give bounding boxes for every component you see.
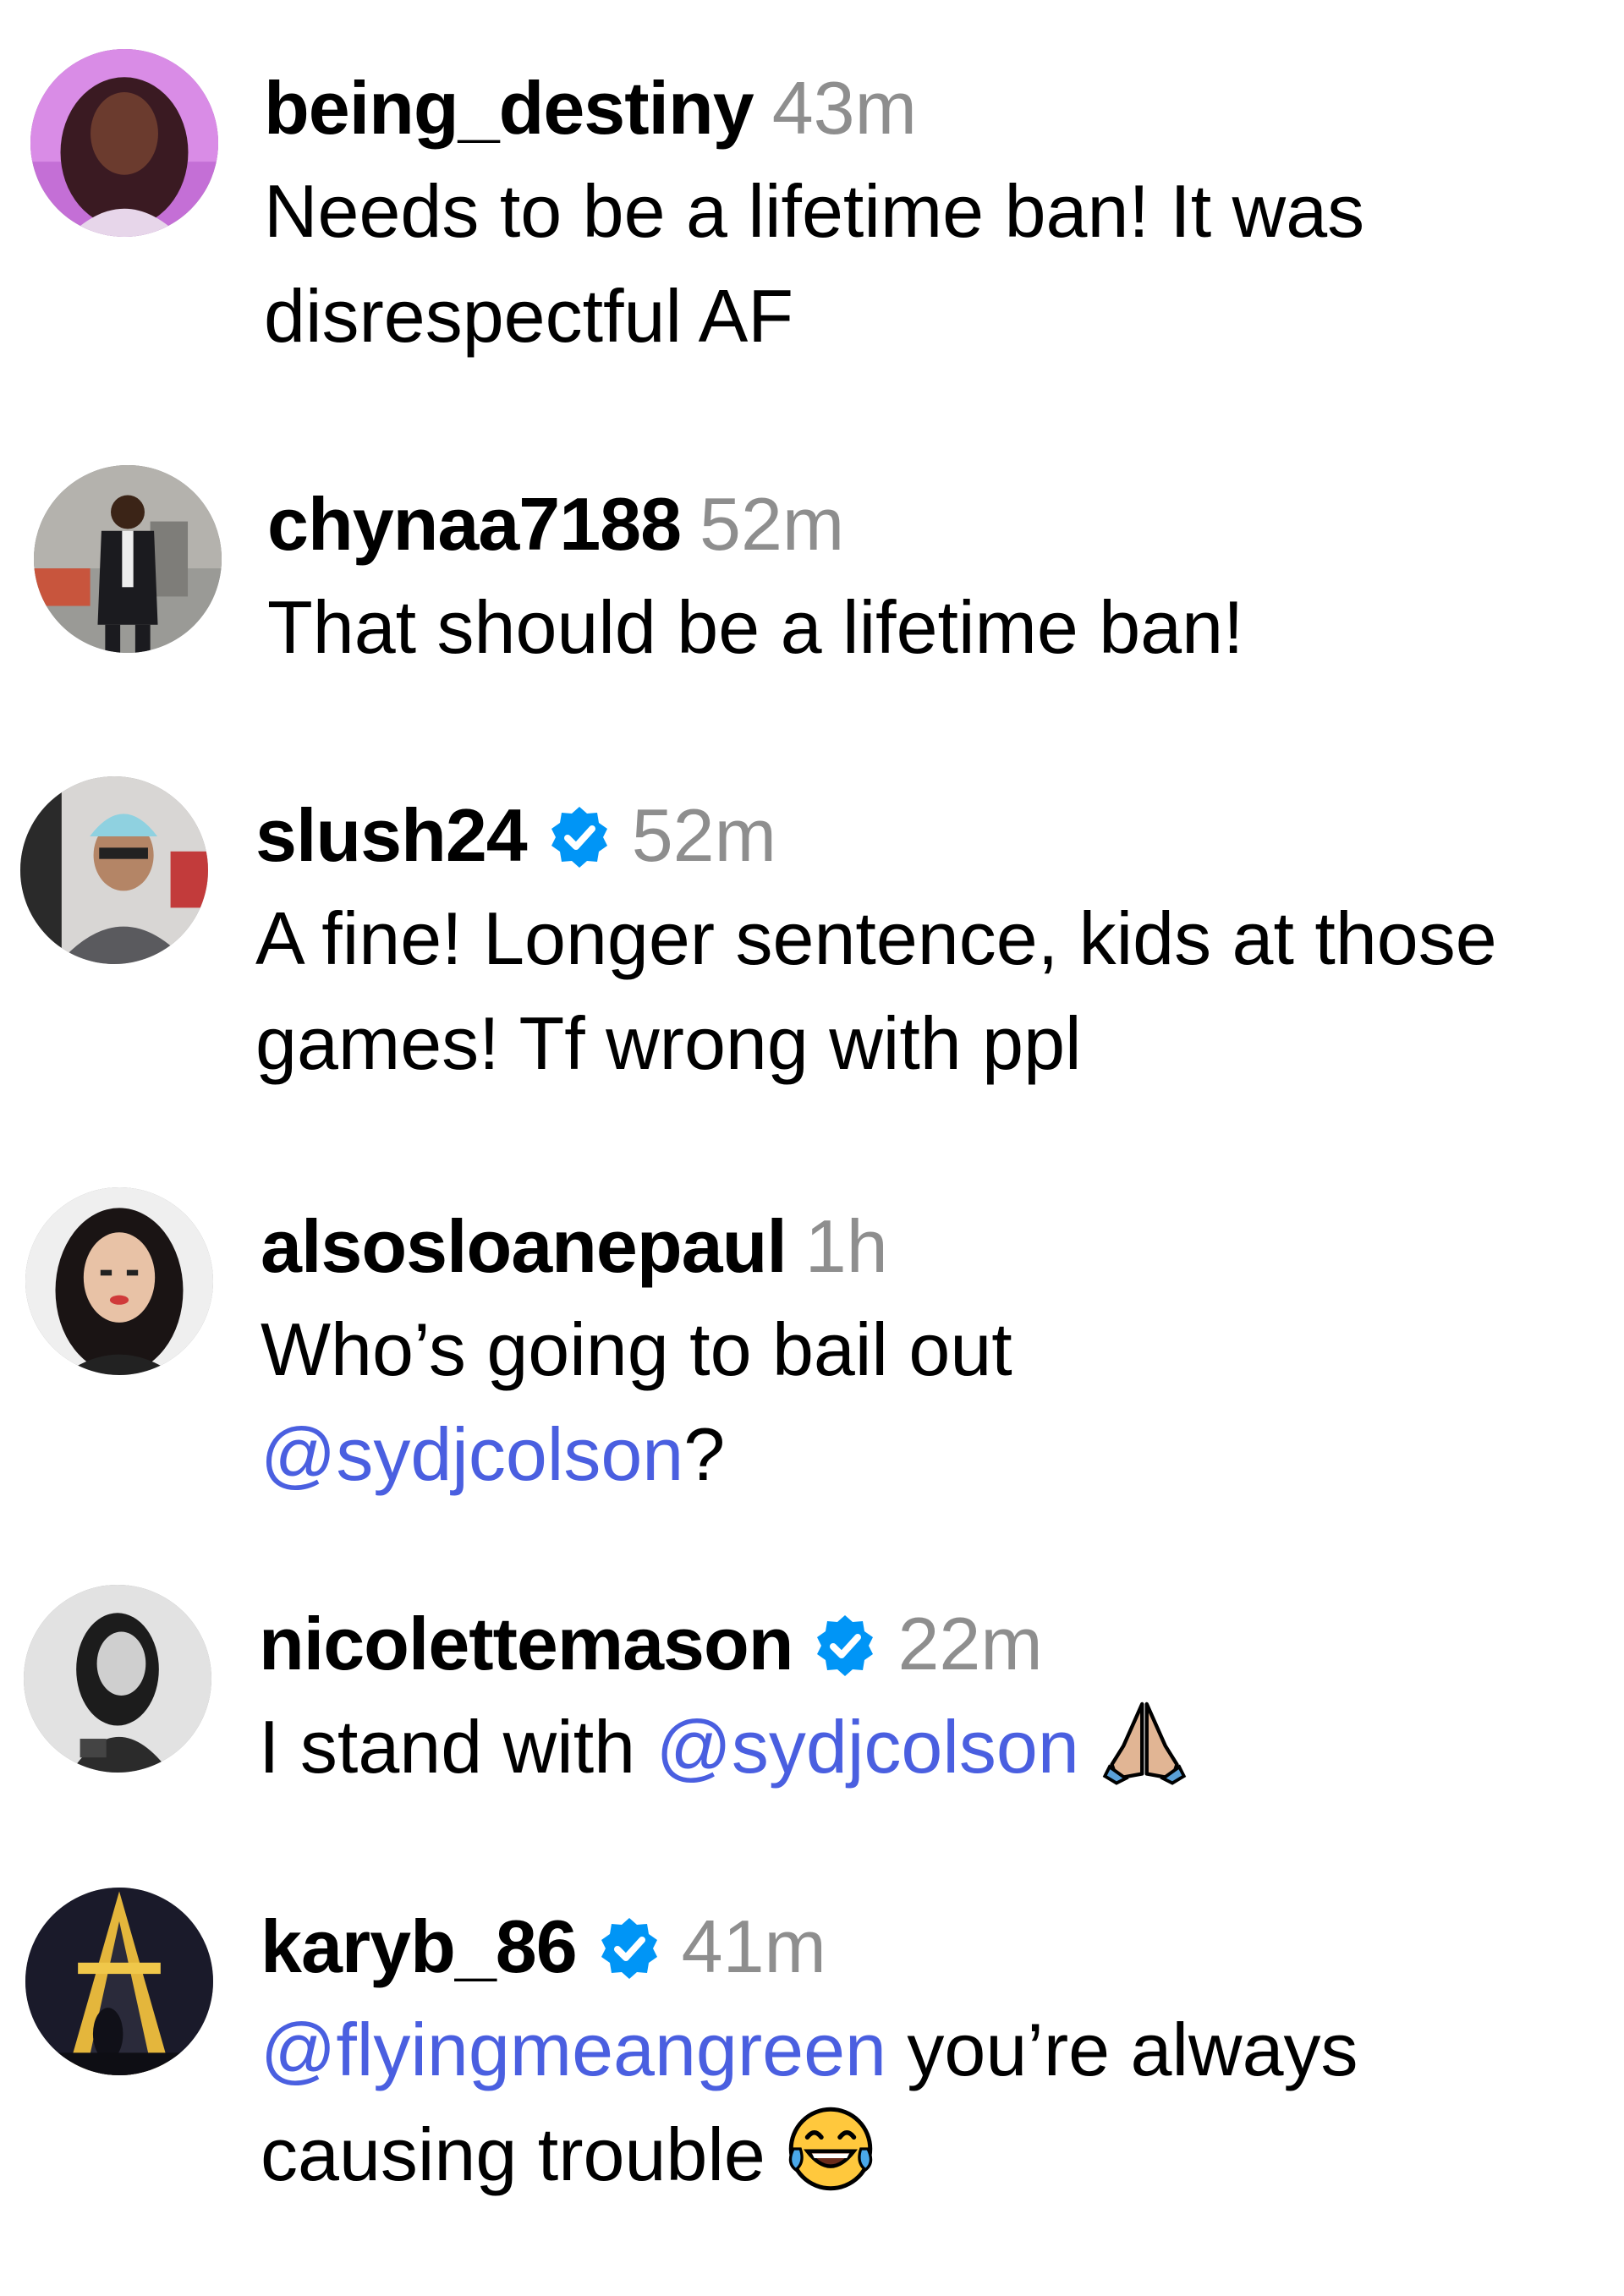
- comment-timestamp: 1h: [804, 1204, 888, 1288]
- comment-text: Who’s going to bail out @sydjcolson?: [261, 1307, 1012, 1496]
- verified-badge-icon: [601, 1918, 657, 1979]
- avatar-photo-man-beanie: [20, 776, 208, 964]
- comment-text: A fine! Longer sentence, kids at those g…: [255, 896, 1497, 1085]
- mention-link[interactable]: @sydjcolson: [656, 1705, 1079, 1789]
- comment-text: That should be a lifetime ban!: [267, 585, 1244, 669]
- avatar[interactable]: [24, 1585, 211, 1773]
- comment-text: @flyingmeangreen you’re always causing t…: [261, 2008, 1358, 2196]
- verified-badge-icon: [551, 807, 607, 868]
- avatar[interactable]: [25, 1187, 213, 1375]
- comment-username[interactable]: alsosloanepaul: [261, 1204, 787, 1288]
- comment-text: Needs to be a lifetime ban! It was disre…: [264, 169, 1365, 358]
- mention-link[interactable]: @sydjcolson: [261, 1412, 683, 1496]
- comment-username[interactable]: karyb_86: [261, 1904, 578, 1988]
- comment-username[interactable]: slush24: [255, 793, 528, 877]
- comment-username[interactable]: nicolettemason: [259, 1602, 793, 1685]
- comment-timestamp: 22m: [897, 1602, 1043, 1685]
- comment-timestamp: 52m: [700, 482, 845, 566]
- comment-username[interactable]: being_destiny: [264, 66, 754, 150]
- avatar-photo-man-suit: [34, 465, 222, 653]
- avatar-photo-woman-selfie: [25, 1187, 213, 1375]
- comment-timestamp: 41m: [681, 1904, 826, 1988]
- verified-badge-icon: [817, 1615, 874, 1676]
- avatar-photo-eiffel-tower-night: [25, 1888, 213, 2075]
- folded-hands-emoji: [1102, 1701, 1187, 1785]
- comment-username[interactable]: chynaa7188: [267, 482, 682, 566]
- avatar[interactable]: [34, 465, 222, 653]
- comment-text: I stand with @sydjcolson: [259, 1695, 1191, 1800]
- avatar-photo-woman-pink: [30, 49, 218, 237]
- avatar[interactable]: [25, 1888, 213, 2075]
- avatar[interactable]: [20, 776, 208, 964]
- comment-timestamp: 52m: [631, 793, 776, 877]
- comment-timestamp: 43m: [771, 66, 917, 150]
- avatar-photo-woman-bw: [24, 1585, 211, 1773]
- tears-of-joy-emoji: [788, 2107, 873, 2191]
- avatar[interactable]: [30, 49, 218, 237]
- mention-link[interactable]: @flyingmeangreen: [261, 2008, 886, 2091]
